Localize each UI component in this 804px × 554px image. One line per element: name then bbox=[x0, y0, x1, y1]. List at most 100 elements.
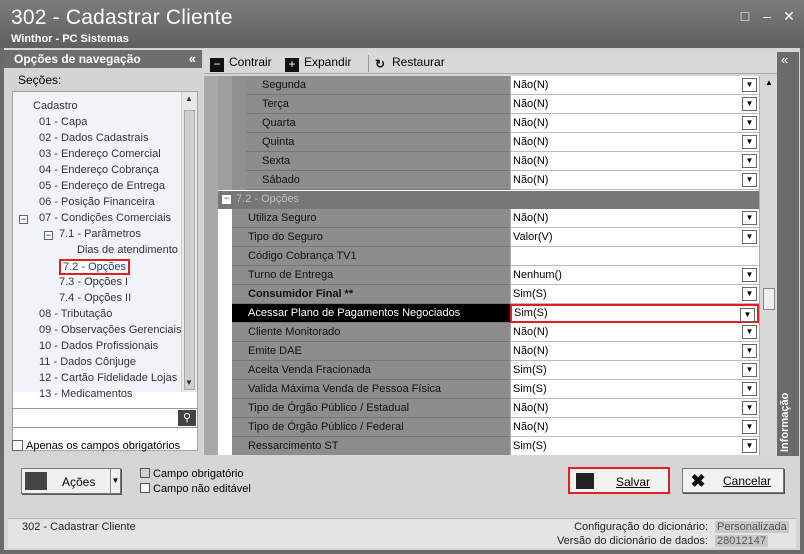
grid-row-value[interactable]: Não(N) ▼ bbox=[510, 95, 759, 114]
grid-row[interactable]: Quinta Não(N) ▼ bbox=[204, 133, 759, 152]
restaurar-button[interactable]: ↻ Restaurar bbox=[368, 55, 445, 72]
grid-row[interactable]: Valida Máxima Venda de Pessoa Física Sim(… bbox=[204, 380, 759, 399]
restore-icon[interactable]: □ bbox=[737, 8, 753, 24]
tree-item[interactable]: 10 - Dados Profissionais bbox=[39, 340, 158, 352]
grid-row-value[interactable]: Sim(S) ▼ bbox=[510, 285, 759, 304]
grid-row[interactable]: Tipo de Órgão Público / Estadual Não(N) ▼ bbox=[204, 399, 759, 418]
search-icon[interactable]: ⚲ bbox=[178, 410, 196, 426]
grid-scroll-thumb[interactable] bbox=[763, 288, 775, 310]
tree-item[interactable]: 02 - Dados Cadastrais bbox=[39, 132, 148, 144]
dropdown-arrow-icon[interactable]: ▼ bbox=[742, 97, 757, 111]
grid-row[interactable]: Terça Não(N) ▼ bbox=[204, 95, 759, 114]
scroll-down-icon[interactable]: ▼ bbox=[185, 378, 193, 387]
minimize-icon[interactable]: – bbox=[759, 8, 775, 24]
salvar-button[interactable]: Salvar bbox=[568, 467, 670, 494]
grid-row-value[interactable]: Sim(S) ▼ bbox=[510, 380, 759, 399]
grid-row[interactable]: Sexta Não(N) ▼ bbox=[204, 152, 759, 171]
grid-row[interactable]: Emite DAE Não(N) ▼ bbox=[204, 342, 759, 361]
grid-row-value[interactable]: Não(N) ▼ bbox=[510, 209, 759, 228]
grid-row[interactable]: Código Cobrança TV1 bbox=[204, 247, 759, 266]
grid-row[interactable]: Consumidor Final ** Sim(S) ▼ bbox=[204, 285, 759, 304]
info-side-panel[interactable]: « Informação bbox=[777, 52, 799, 456]
tree-item[interactable]: Cadastro bbox=[33, 100, 78, 112]
tree-item[interactable]: 7.1 - Parâmetros bbox=[59, 228, 141, 240]
grid-row-value[interactable] bbox=[510, 247, 759, 266]
collapse-node-icon[interactable]: − bbox=[44, 231, 53, 240]
grid-row-value[interactable]: Não(N) ▼ bbox=[510, 152, 759, 171]
tree-item[interactable]: 01 - Capa bbox=[39, 116, 87, 128]
dropdown-arrow-icon[interactable]: ▼ bbox=[742, 420, 757, 434]
tree-item[interactable]: 06 - Posição Financeira bbox=[39, 196, 155, 208]
tree-item[interactable]: 7.4 - Opções II bbox=[59, 292, 131, 304]
cancelar-button[interactable]: ✖ Cancelar bbox=[682, 468, 784, 493]
required-only-option[interactable]: Apenas os campos obrigatórios bbox=[12, 440, 180, 452]
scroll-up-icon[interactable]: ▲ bbox=[185, 94, 193, 103]
section-header-7-2[interactable]: −7.2 - Opções bbox=[218, 191, 759, 209]
dropdown-arrow-icon[interactable]: ▼ bbox=[742, 211, 757, 225]
chevron-down-icon[interactable]: ▼ bbox=[110, 469, 120, 493]
collapse-section-icon[interactable]: − bbox=[222, 194, 231, 204]
dropdown-arrow-icon[interactable]: ▼ bbox=[742, 116, 757, 130]
tree-item[interactable]: 08 - Tributação bbox=[39, 308, 112, 320]
tree-item[interactable]: 11 - Dados Cônjuge bbox=[39, 356, 136, 368]
collapse-node-icon[interactable]: − bbox=[19, 215, 28, 224]
tree-item[interactable]: 13 - Medicamentos bbox=[39, 388, 133, 400]
dropdown-arrow-icon[interactable]: ▼ bbox=[742, 382, 757, 396]
grid-row-value[interactable]: Não(N) ▼ bbox=[510, 399, 759, 418]
dropdown-arrow-icon[interactable]: ▼ bbox=[742, 325, 757, 339]
dropdown-arrow-icon[interactable]: ▼ bbox=[742, 287, 757, 301]
tree-item[interactable]: 03 - Endereço Comercial bbox=[39, 148, 161, 160]
grid-scrollbar[interactable]: ▲ bbox=[759, 76, 777, 455]
grid-scroll-up-icon[interactable]: ▲ bbox=[765, 78, 773, 87]
grid-row[interactable]: Ressarcimento ST Sim(S) ▼ bbox=[204, 437, 759, 455]
collapse-panel-icon[interactable]: « bbox=[189, 51, 196, 66]
tree-item-selected[interactable]: 7.2 - Opções bbox=[59, 259, 130, 275]
close-icon[interactable]: ✕ bbox=[781, 8, 797, 24]
grid-row[interactable]: Aceita Venda Fracionada Sim(S) ▼ bbox=[204, 361, 759, 380]
tree-item[interactable]: 07 - Condições Comerciais bbox=[39, 212, 171, 224]
grid-row[interactable]: Acessar Plano de Pagamentos Negociados Si… bbox=[204, 304, 759, 323]
contrair-button[interactable]: − Contrair bbox=[210, 55, 272, 72]
grid-row[interactable]: Cliente Monitorado Não(N) ▼ bbox=[204, 323, 759, 342]
required-only-checkbox[interactable] bbox=[12, 440, 23, 451]
dropdown-arrow-icon[interactable]: ▼ bbox=[742, 268, 757, 282]
tree-item[interactable]: 05 - Endereço de Entrega bbox=[39, 180, 165, 192]
grid-row-value[interactable]: Sim(S) ▼ bbox=[510, 304, 759, 323]
grid-row[interactable]: Tipo de Órgão Público / Federal Não(N) ▼ bbox=[204, 418, 759, 437]
dropdown-arrow-icon[interactable]: ▼ bbox=[742, 78, 757, 92]
tree-scrollbar[interactable]: ▲ ▼ bbox=[181, 92, 197, 392]
dropdown-arrow-icon[interactable]: ▼ bbox=[742, 439, 757, 453]
grid-row-value[interactable]: Valor(V) ▼ bbox=[510, 228, 759, 247]
tree-search-input[interactable]: ⚲ bbox=[12, 408, 198, 428]
grid-row-value[interactable]: Nenhum() ▼ bbox=[510, 266, 759, 285]
grid-row-value[interactable]: Não(N) ▼ bbox=[510, 133, 759, 152]
grid-row-value[interactable]: Não(N) ▼ bbox=[510, 76, 759, 95]
grid-row[interactable]: Turno de Entrega Nenhum() ▼ bbox=[204, 266, 759, 285]
dropdown-arrow-icon[interactable]: ▼ bbox=[742, 135, 757, 149]
grid-row-value[interactable]: Não(N) ▼ bbox=[510, 418, 759, 437]
dropdown-arrow-icon[interactable]: ▼ bbox=[742, 344, 757, 358]
grid-row-value[interactable]: Não(N) ▼ bbox=[510, 114, 759, 133]
tree-item[interactable]: 09 - Observações Gerenciais bbox=[39, 324, 181, 336]
dropdown-arrow-icon[interactable]: ▼ bbox=[742, 173, 757, 187]
grid-row-value[interactable]: Não(N) ▼ bbox=[510, 171, 759, 190]
acoes-button[interactable]: Ações ▼ bbox=[21, 468, 121, 494]
dropdown-arrow-icon[interactable]: ▼ bbox=[742, 401, 757, 415]
dropdown-arrow-icon[interactable]: ▼ bbox=[742, 363, 757, 377]
tree-item[interactable]: Dias de atendimento bbox=[77, 244, 178, 256]
dropdown-arrow-icon[interactable]: ▼ bbox=[742, 230, 757, 244]
tree-item[interactable]: 7.3 - Opções I bbox=[59, 276, 128, 288]
tree-item[interactable]: 12 - Cartão Fidelidade Lojas bbox=[39, 372, 177, 384]
tree-item[interactable]: 04 - Endereço Cobrança bbox=[39, 164, 159, 176]
expandir-button[interactable]: + Expandir bbox=[285, 55, 351, 72]
grid-row-value[interactable]: Sim(S) ▼ bbox=[510, 361, 759, 380]
sections-tree[interactable]: Cadastro 01 - Capa 02 - Dados Cadastrais 03… bbox=[12, 91, 198, 451]
grid-row[interactable]: Tipo do Seguro Valor(V) ▼ bbox=[204, 228, 759, 247]
grid-row[interactable]: Sábado Não(N) ▼ bbox=[204, 171, 759, 190]
grid-row-value[interactable]: Não(N) ▼ bbox=[510, 342, 759, 361]
grid-row[interactable]: Quarta Não(N) ▼ bbox=[204, 114, 759, 133]
tree-scroll-thumb[interactable] bbox=[184, 110, 195, 390]
grid-row-value[interactable]: Sim(S) ▼ bbox=[510, 437, 759, 455]
grid-row[interactable]: Utiliza Seguro Não(N) ▼ bbox=[204, 209, 759, 228]
grid-row[interactable]: Segunda Não(N) ▼ bbox=[204, 76, 759, 95]
